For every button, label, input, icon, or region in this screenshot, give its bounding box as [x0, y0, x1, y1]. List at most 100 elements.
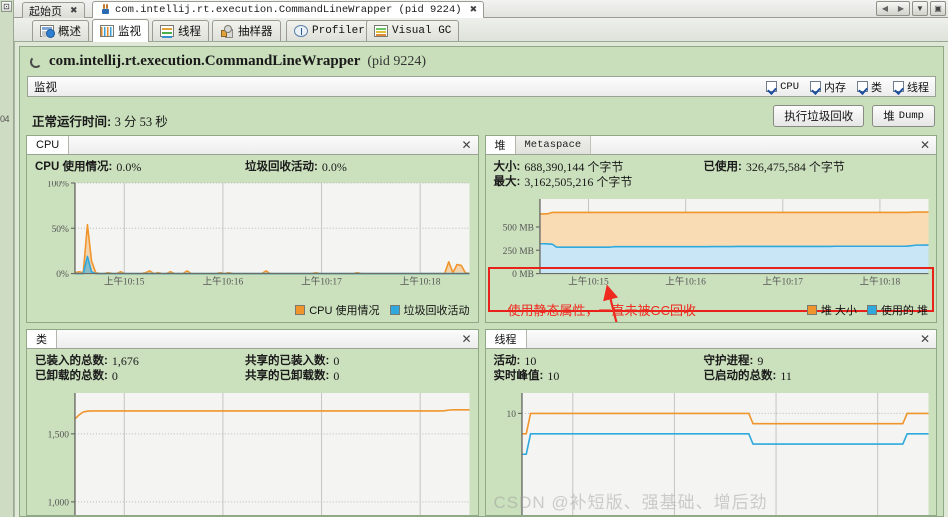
heap-chart[interactable]: 0 MB 250 MB 500 MB 上午10:15 上午10:16 上午10:17 上午1…	[492, 197, 931, 290]
classes-chart[interactable]: 1,000 1,500	[33, 391, 472, 515]
chart-grid: CPU ✕ CPU 使用情况: 0.0% 垃圾回收活动: 0.0% 0% 50%…	[26, 135, 937, 516]
scroll-right-icon[interactable]: ▶	[898, 4, 904, 13]
monitor-toolbar: 监视 CPU 内存 类 线程	[27, 76, 936, 97]
threads-daemon-label: 守护进程:	[703, 354, 754, 367]
svg-text:250 MB: 250 MB	[502, 247, 533, 257]
checkbox-icon[interactable]	[766, 81, 778, 92]
checkbox-icon[interactable]	[857, 81, 868, 92]
window-tab-start-page[interactable]: 起始页 ✖	[22, 2, 85, 18]
dropdown-icon[interactable]: ▼	[912, 1, 928, 16]
view-tabbar: 概述 监视 线程 抽样器 Profiler Visual GC	[14, 18, 948, 42]
threads-started-label: 已启动的总数:	[703, 369, 777, 382]
tab-scroll-buttons[interactable]: ◀ ▶	[876, 1, 910, 16]
heap-dump-button[interactable]: 堆 Dump	[872, 105, 935, 127]
monitor-icon	[100, 25, 114, 37]
threads-panel-body: 活动: 10 守护进程: 9 实时峰值: 10 已启动的总数: 11 10 CS…	[486, 349, 937, 515]
legend-item-heap-used: 使用的 堆	[866, 302, 928, 318]
watermark: CSDN @补短版、强基础、增后劲	[493, 493, 768, 512]
legend-label: 垃圾回收活动	[403, 304, 470, 317]
threads-panel-header: 线程 ✕	[485, 329, 936, 349]
svg-text:1,500: 1,500	[48, 430, 70, 440]
tab-profiler[interactable]: Profiler	[286, 20, 373, 41]
classes-panel-tab[interactable]: 类	[27, 329, 57, 348]
close-icon[interactable]: ✕	[920, 136, 930, 154]
heap-chart-legend: 堆 大小 使用的 堆	[806, 302, 928, 318]
threads-panel-tab[interactable]: 线程	[485, 329, 527, 348]
tab-monitor[interactable]: 监视	[92, 19, 149, 42]
classes-unloaded-value: 0	[111, 368, 118, 383]
classes-loaded-label: 已装入的总数:	[35, 354, 108, 367]
cpu-usage-label: CPU 使用情况:	[35, 161, 113, 173]
cpu-chart-legend: CPU 使用情况 垃圾回收活动	[295, 302, 470, 318]
application-name: com.intellij.rt.execution.CommandLineWra…	[49, 53, 361, 69]
application-pid: (pid 9224)	[367, 53, 427, 69]
cpu-chart[interactable]: 0% 50% 100% 上午10:15 上午10:16 上午10:17 上午10:18	[33, 181, 472, 290]
heap-max-label: 最大:	[493, 176, 521, 188]
threads-started-value: 11	[780, 368, 792, 383]
classes-panel: 类 ✕ 已装入的总数: 1,676 共享的已装入数: 0 已卸载的总数: 0 共…	[26, 328, 479, 516]
threads-live-value: 10	[524, 353, 537, 368]
annotation-text: 使用静态属性，一直未被GC回收	[507, 302, 697, 318]
window-tab-commandlinewrapper[interactable]: com.intellij.rt.execution.CommandLineWra…	[92, 1, 485, 18]
uptime-label: 正常运行时间:	[32, 115, 112, 129]
heap-used-value: 326,475,584 个字节	[745, 160, 845, 174]
tab-label: 线程	[178, 26, 201, 38]
checkbox-memory[interactable]: 内存	[810, 79, 846, 95]
svg-text:上午10:17: 上午10:17	[762, 276, 803, 288]
window-tab-label: com.intellij.rt.execution.CommandLineWra…	[115, 4, 462, 16]
uptime-value: 3 分 53 秒	[114, 115, 168, 129]
heap-used-label: 已使用:	[703, 161, 742, 173]
close-icon[interactable]: ✕	[461, 330, 471, 348]
close-icon[interactable]: ✖	[70, 6, 78, 16]
threads-peak-label: 实时峰值:	[493, 369, 544, 382]
heap-panel-tab-metaspace[interactable]: Metaspace	[515, 136, 592, 154]
perform-gc-button[interactable]: 执行垃圾回收	[773, 105, 865, 127]
checkbox-label: 类	[871, 81, 882, 94]
svg-text:1,000: 1,000	[48, 498, 70, 508]
threads-peak-value: 10	[547, 368, 560, 383]
tab-label: 监视	[118, 26, 141, 38]
visual-gc-icon	[374, 25, 388, 37]
heap-max-value: 3,162,505,216 个字节	[524, 175, 633, 189]
checkbox-threads[interactable]: 线程	[893, 79, 929, 95]
classes-stats: 已装入的总数: 1,676 共享的已装入数: 0 已卸载的总数: 0 共享的已卸…	[35, 354, 470, 384]
heap-panel-header: 堆 Metaspace ✕	[485, 136, 936, 155]
checkbox-icon[interactable]	[893, 81, 904, 92]
tab-overview[interactable]: 概述	[32, 20, 89, 41]
checkbox-label: CPU	[780, 80, 799, 93]
close-icon[interactable]: ✖	[470, 5, 478, 15]
sampler-icon	[220, 25, 234, 37]
threads-icon	[160, 25, 174, 37]
legend-label: 堆 大小	[820, 304, 857, 317]
cpu-stats: CPU 使用情况: 0.0% 垃圾回收活动: 0.0%	[35, 160, 470, 175]
close-icon[interactable]: ✕	[920, 330, 930, 348]
cpu-panel-header: CPU ✕	[27, 136, 478, 155]
cpu-panel-body: CPU 使用情况: 0.0% 垃圾回收活动: 0.0% 0% 50% 100% 上午1…	[27, 155, 478, 322]
cpu-panel-tab[interactable]: CPU	[27, 136, 70, 154]
maximize-icon[interactable]: ▣	[930, 1, 946, 16]
tab-label: 概述	[58, 26, 81, 38]
checkbox-cpu[interactable]: CPU	[766, 81, 799, 93]
tab-label: Profiler	[312, 25, 365, 37]
checkbox-classes[interactable]: 类	[857, 79, 882, 95]
legend-item-cpu-usage: CPU 使用情况	[295, 302, 380, 318]
tab-threads[interactable]: 线程	[152, 20, 209, 41]
scroll-left-icon[interactable]: ◀	[882, 4, 888, 13]
classes-shared-unloaded-label: 共享的已卸载数:	[245, 369, 330, 382]
gutter-toggle-button[interactable]: ⊡	[1, 1, 12, 12]
heap-dump-label-suffix: Dump	[898, 110, 924, 122]
legend-swatch	[389, 304, 400, 315]
checkbox-icon[interactable]	[810, 81, 821, 92]
page-title: com.intellij.rt.execution.CommandLineWra…	[30, 53, 426, 70]
visualvm-window: ⊡ 04 起始页 ✖ com.intellij.rt.execution.Com…	[0, 0, 948, 517]
legend-swatch	[806, 304, 817, 315]
legend-swatch	[866, 304, 877, 315]
heap-panel-tab-heap[interactable]: 堆	[485, 136, 516, 154]
tab-visual-gc[interactable]: Visual GC	[366, 20, 460, 41]
legend-label: CPU 使用情况	[309, 304, 380, 317]
classes-shared-loaded-label: 共享的已装入数:	[245, 354, 330, 367]
close-icon[interactable]: ✕	[461, 136, 471, 154]
heap-dump-label: 堆	[883, 111, 895, 123]
uptime-row: 正常运行时间: 3 分 53 秒	[32, 111, 168, 130]
tab-sampler[interactable]: 抽样器	[212, 20, 281, 41]
